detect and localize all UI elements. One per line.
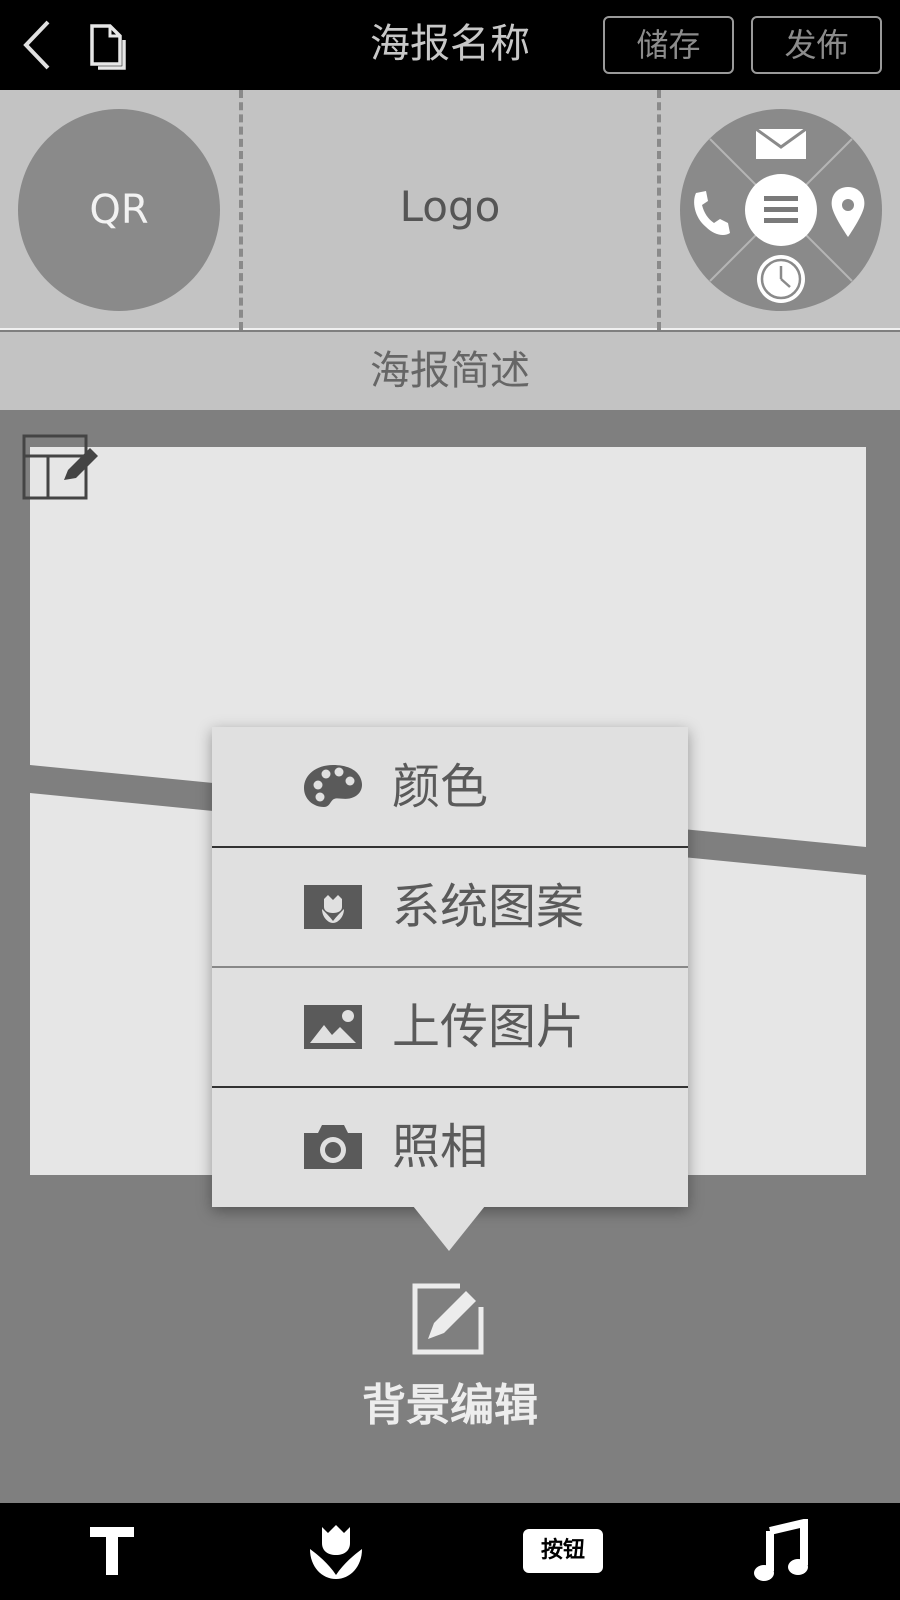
background-edit-label: 背景编辑 xyxy=(362,1380,538,1431)
layout-edit-button[interactable] xyxy=(22,434,102,502)
poster-title: 海报名称 xyxy=(370,21,530,67)
document-button[interactable] xyxy=(86,22,130,70)
back-button[interactable] xyxy=(16,16,60,74)
flower-icon xyxy=(310,1525,362,1579)
menu-item-upload-image[interactable]: 上传图片 xyxy=(212,967,688,1087)
text-icon xyxy=(90,1527,134,1575)
divider-right xyxy=(657,90,661,330)
logo-placeholder[interactable]: Logo xyxy=(243,90,657,330)
background-menu-popup: 颜色 系统图案 上传图片 照相 xyxy=(212,727,688,1207)
publish-button[interactable]: 发佈 xyxy=(751,16,882,74)
edit-icon xyxy=(412,1283,484,1355)
document-icon xyxy=(90,24,126,70)
button-tool-button[interactable]: 按钮 xyxy=(523,1529,603,1573)
top-bar: 海报名称 储存 发佈 xyxy=(0,0,900,90)
menu-item-label: 系统图案 xyxy=(392,879,585,935)
bottom-toolbar: 按钮 xyxy=(0,1503,900,1600)
menu-item-label: 上传图片 xyxy=(392,999,585,1055)
qr-placeholder[interactable]: QR xyxy=(18,109,220,311)
menu-item-color[interactable]: 颜色 xyxy=(212,727,688,847)
clock-icon[interactable] xyxy=(757,255,805,303)
camera-icon xyxy=(304,1125,362,1169)
pattern-tool-button[interactable] xyxy=(306,1519,366,1583)
image-upload-icon xyxy=(304,1005,362,1049)
music-tool-button[interactable] xyxy=(752,1517,808,1583)
poster-header: QR Logo xyxy=(0,90,900,330)
menu-item-system-pattern[interactable]: 系统图案 xyxy=(212,847,688,967)
text-tool-button[interactable] xyxy=(88,1519,136,1583)
poster-description[interactable]: 海报简述 xyxy=(0,332,900,410)
menu-item-label: 照相 xyxy=(392,1119,489,1175)
contact-wheel[interactable] xyxy=(680,109,882,311)
music-note-icon xyxy=(754,1517,808,1581)
menu-item-camera[interactable]: 照相 xyxy=(212,1087,688,1207)
menu-item-label: 颜色 xyxy=(392,759,489,815)
pattern-icon xyxy=(304,885,362,929)
palette-icon xyxy=(304,765,362,807)
chevron-left-icon xyxy=(23,20,50,70)
contact-wheel-graphic xyxy=(680,109,882,311)
mail-icon[interactable] xyxy=(755,127,807,159)
save-button[interactable]: 储存 xyxy=(603,16,734,74)
layout-edit-icon xyxy=(22,434,98,500)
background-edit-button[interactable] xyxy=(412,1283,484,1355)
popup-pointer xyxy=(413,1206,485,1251)
